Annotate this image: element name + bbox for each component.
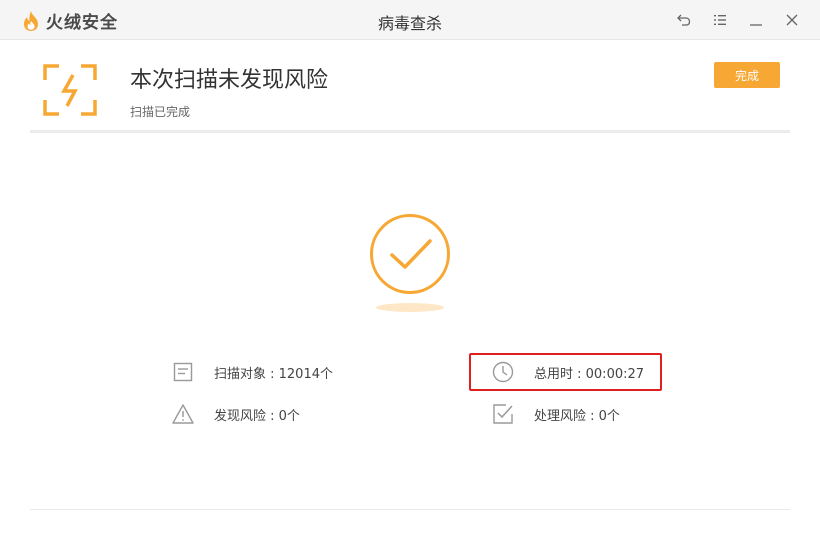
stat-scan-objects: 扫描对象 : 12014个 <box>172 361 333 383</box>
done-button[interactable]: 完成 <box>714 62 780 88</box>
scan-objects-text: 扫描对象 : 12014个 <box>214 366 333 382</box>
scan-frame-icon <box>43 64 97 116</box>
check-shadow <box>376 303 444 312</box>
checkbox-checked-icon <box>492 403 514 425</box>
result-headline: 本次扫描未发现风险 <box>130 68 329 93</box>
back-button[interactable] <box>674 10 694 30</box>
title-bar: 火绒安全 病毒查杀 <box>0 0 820 40</box>
document-icon <box>172 361 194 383</box>
back-arrow-icon <box>677 14 691 26</box>
menu-list-icon <box>714 15 726 25</box>
minimize-button[interactable] <box>746 10 766 30</box>
stat-risks-handled: 处理风险 : 0个 <box>492 403 620 425</box>
risks-handled-text: 处理风险 : 0个 <box>534 408 620 424</box>
window-title: 病毒查杀 <box>377 14 442 33</box>
bottom-divider <box>30 509 790 510</box>
minimize-icon <box>750 24 762 26</box>
scan-status-text: 扫描已完成 <box>130 105 191 119</box>
warning-icon <box>172 403 194 425</box>
highlight-box <box>469 353 662 391</box>
risks-found-text: 发现风险 : 0个 <box>214 408 300 424</box>
menu-button[interactable] <box>710 10 730 30</box>
result-header: 本次扫描未发现风险 扫描已完成 完成 <box>30 40 790 133</box>
close-button[interactable] <box>782 10 802 30</box>
stat-risks-found: 发现风险 : 0个 <box>172 403 300 425</box>
success-check-icon <box>370 214 450 294</box>
close-icon <box>786 14 798 26</box>
